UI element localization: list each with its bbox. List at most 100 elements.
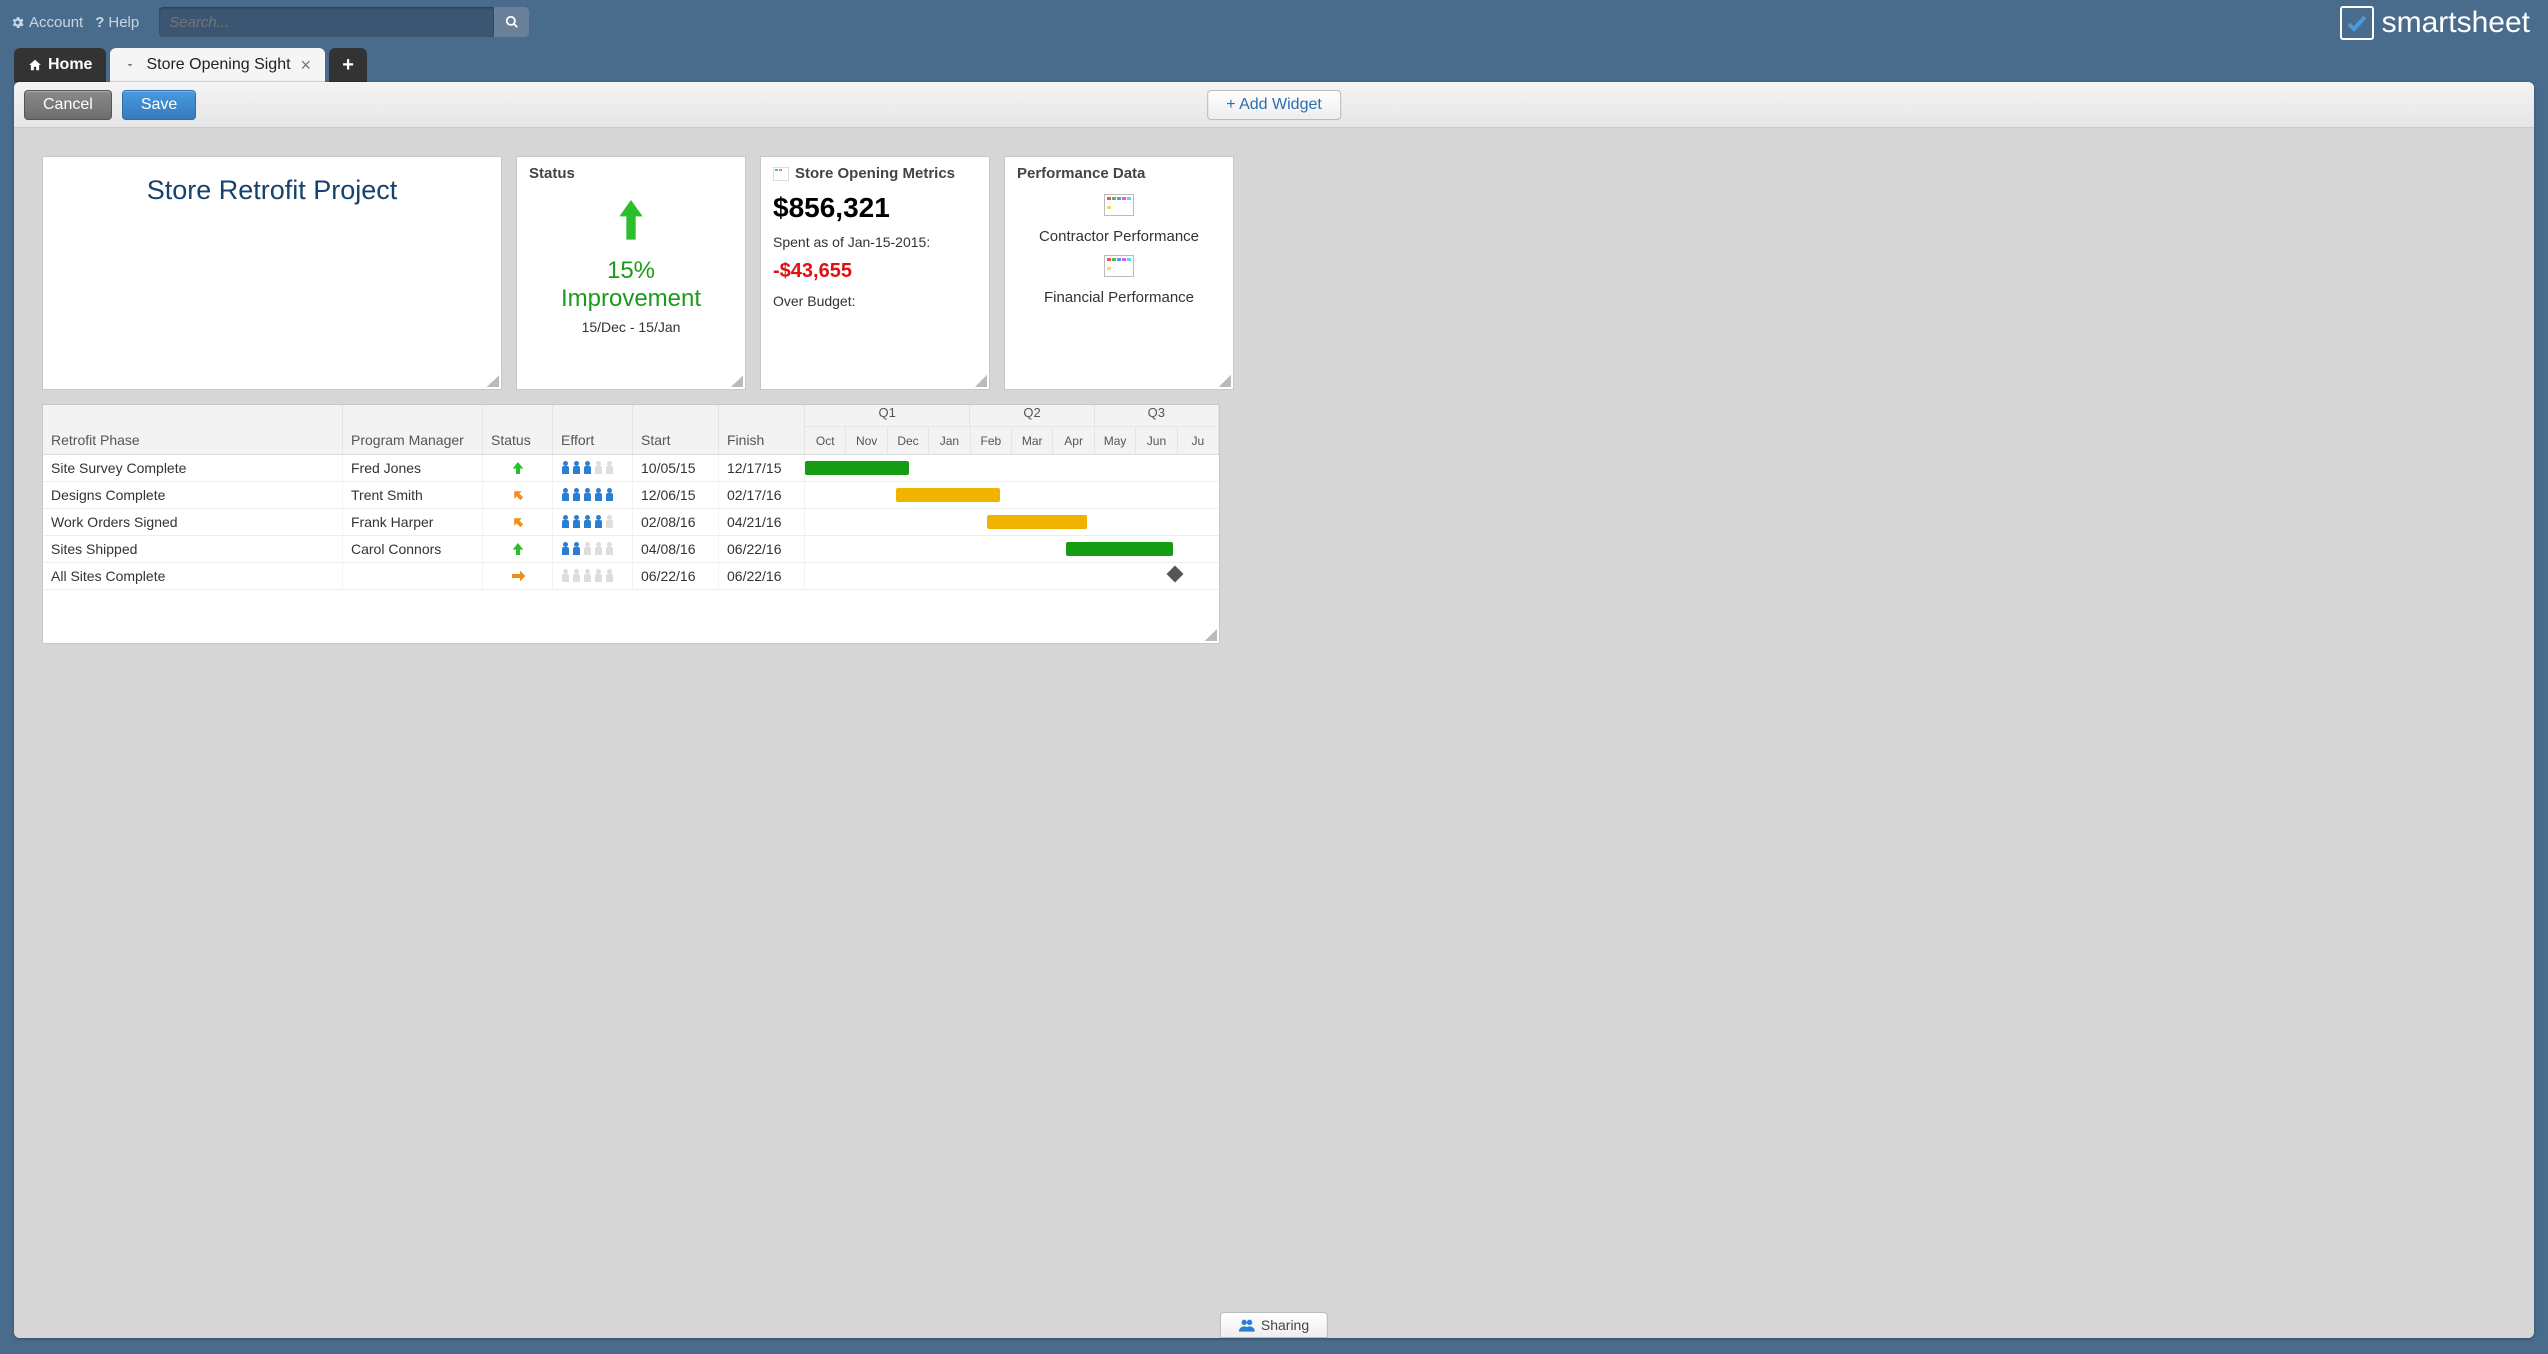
save-button[interactable]: Save xyxy=(122,90,196,120)
month-label: Mar xyxy=(1012,427,1053,454)
status-header: Status xyxy=(517,157,745,184)
cell-timeline xyxy=(805,563,1219,589)
status-value: 15% xyxy=(517,257,745,285)
people-icon xyxy=(1239,1318,1255,1332)
gantt-timeline-header: Q1Q2Q3 OctNovDecJanFebMarAprMayJunJu xyxy=(805,405,1219,454)
quarter-label: Q1 xyxy=(805,405,970,427)
cell-timeline xyxy=(805,455,1219,481)
tab-add[interactable]: + xyxy=(329,48,367,82)
perf-item[interactable]: Financial Performance xyxy=(1005,255,1233,306)
cell-status xyxy=(483,455,553,481)
status-label: Improvement xyxy=(517,285,745,313)
cell-phase: Designs Complete xyxy=(43,482,343,508)
widget-performance[interactable]: Performance Data Contractor Performance … xyxy=(1004,156,1234,390)
cell-finish: 02/17/16 xyxy=(719,482,805,508)
cell-pm: Carol Connors xyxy=(343,536,483,562)
dashboard-title: Store Retrofit Project xyxy=(147,175,398,389)
help-link[interactable]: ? Help xyxy=(95,14,139,31)
account-link[interactable]: Account xyxy=(10,14,83,31)
cell-finish: 06/22/16 xyxy=(719,563,805,589)
add-widget-button[interactable]: + Add Widget xyxy=(1207,90,1341,120)
search-icon xyxy=(505,15,519,29)
col-header: Retrofit Phase xyxy=(43,405,343,454)
cell-start: 02/08/16 xyxy=(633,509,719,535)
account-label: Account xyxy=(29,14,83,31)
close-icon[interactable]: × xyxy=(301,55,312,76)
gantt-row[interactable]: Sites ShippedCarol Connors04/08/1606/22/… xyxy=(43,536,1219,563)
gantt-header: Retrofit Phase Program Manager Status Ef… xyxy=(43,405,1219,455)
help-label: Help xyxy=(108,14,139,31)
gantt-row[interactable]: Site Survey CompleteFred Jones10/05/1512… xyxy=(43,455,1219,482)
gantt-row[interactable]: Work Orders SignedFrank Harper 02/08/1604… xyxy=(43,509,1219,536)
tab-document-label: Store Opening Sight xyxy=(146,56,290,74)
month-label: Dec xyxy=(888,427,929,454)
perf-item-label: Contractor Performance xyxy=(1005,228,1233,245)
cell-start: 06/22/16 xyxy=(633,563,719,589)
cell-effort xyxy=(553,563,633,589)
tab-home[interactable]: Home xyxy=(14,48,106,82)
editor-toolbar: Cancel Save + Add Widget xyxy=(14,82,2534,128)
cell-finish: 12/17/15 xyxy=(719,455,805,481)
search-box xyxy=(159,7,529,37)
arrow-up-icon xyxy=(517,200,745,247)
sharing-button[interactable]: Sharing xyxy=(1220,1312,1328,1338)
col-header: Finish xyxy=(719,405,805,454)
cell-finish: 04/21/16 xyxy=(719,509,805,535)
cell-status xyxy=(483,509,553,535)
question-icon: ? xyxy=(95,14,104,31)
cell-start: 12/06/15 xyxy=(633,482,719,508)
plus-icon: + xyxy=(342,54,354,77)
resize-handle[interactable] xyxy=(1205,629,1217,641)
gantt-row[interactable]: Designs CompleteTrent Smith12/06/1502/17… xyxy=(43,482,1219,509)
month-label: Apr xyxy=(1053,427,1094,454)
tab-document[interactable]: Store Opening Sight × xyxy=(110,48,325,82)
cell-finish: 06/22/16 xyxy=(719,536,805,562)
search-button[interactable] xyxy=(493,7,529,37)
cell-timeline xyxy=(805,482,1219,508)
month-label: Feb xyxy=(971,427,1012,454)
resize-handle[interactable] xyxy=(1219,375,1231,387)
resize-handle[interactable] xyxy=(975,375,987,387)
cell-start: 04/08/16 xyxy=(633,536,719,562)
widget-gantt[interactable]: Retrofit Phase Program Manager Status Ef… xyxy=(42,404,1220,644)
cell-status xyxy=(483,536,553,562)
metrics-total: $856,321 xyxy=(773,192,977,224)
month-label: May xyxy=(1095,427,1136,454)
month-label: Oct xyxy=(805,427,846,454)
top-bar: Account ? Help xyxy=(0,0,1510,44)
cell-start: 10/05/15 xyxy=(633,455,719,481)
cell-phase: Work Orders Signed xyxy=(43,509,343,535)
col-header: Start xyxy=(633,405,719,454)
cell-effort xyxy=(553,455,633,481)
search-input[interactable] xyxy=(159,14,493,31)
resize-handle[interactable] xyxy=(731,375,743,387)
metrics-delta: -$43,655 xyxy=(773,260,977,283)
cell-effort xyxy=(553,509,633,535)
widget-metrics[interactable]: Store Opening Metrics $856,321 Spent as … xyxy=(760,156,990,390)
month-label: Ju xyxy=(1178,427,1219,454)
cell-status xyxy=(483,563,553,589)
sheet-icon xyxy=(773,167,789,181)
cell-effort xyxy=(553,482,633,508)
check-icon xyxy=(2340,6,2374,40)
cell-pm: Frank Harper xyxy=(343,509,483,535)
brand-text: smartsheet xyxy=(2382,6,2530,40)
month-label: Jan xyxy=(929,427,970,454)
metrics-total-label: Spent as of Jan-15-2015: xyxy=(773,234,977,250)
cell-timeline xyxy=(805,536,1219,562)
sharing-label: Sharing xyxy=(1261,1317,1309,1333)
widget-title[interactable]: Store Retrofit Project xyxy=(42,156,502,390)
perf-item[interactable]: Contractor Performance xyxy=(1005,194,1233,245)
col-header: Effort xyxy=(553,405,633,454)
widget-status[interactable]: Status 15% Improvement 15/Dec - 15/Jan xyxy=(516,156,746,390)
dashboard-canvas[interactable]: Store Retrofit Project Status 15% Improv… xyxy=(14,128,2534,1338)
gantt-row[interactable]: All Sites Complete06/22/1606/22/16 xyxy=(43,563,1219,590)
quarter-label: Q2 xyxy=(970,405,1094,427)
tab-home-label: Home xyxy=(48,56,92,74)
chevron-down-icon[interactable] xyxy=(124,59,136,71)
perf-item-label: Financial Performance xyxy=(1005,289,1233,306)
home-icon xyxy=(28,58,42,72)
cancel-button[interactable]: Cancel xyxy=(24,90,112,120)
cell-pm: Fred Jones xyxy=(343,455,483,481)
resize-handle[interactable] xyxy=(487,375,499,387)
